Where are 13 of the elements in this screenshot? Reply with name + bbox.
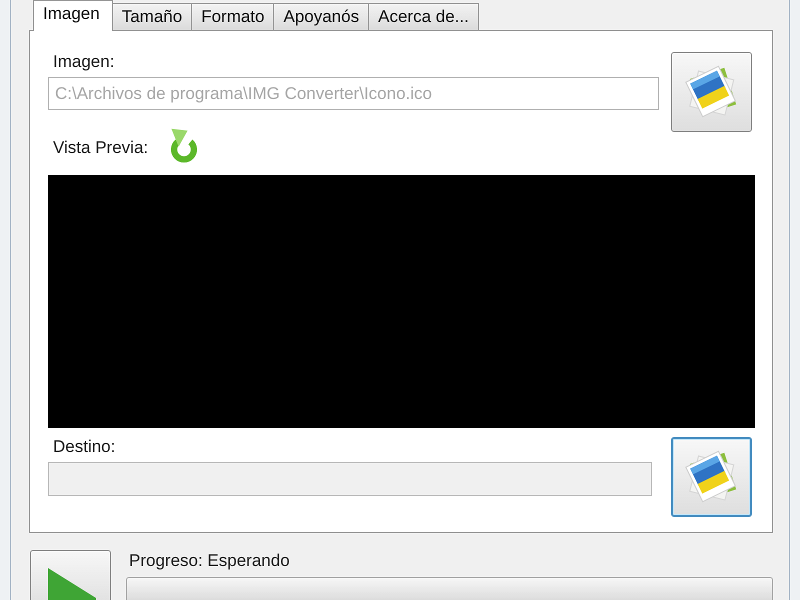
browse-image-button[interactable] [671,52,752,132]
tab[interactable]: Imagen [33,0,113,31]
image-path-field[interactable]: C:\Archivos de programa\IMG Converter\Icono.ico [48,77,659,110]
tab[interactable]: Acerca de... [369,3,479,30]
play-icon [46,566,96,600]
tab[interactable]: Formato [192,3,274,30]
tab[interactable]: Apoyanós [274,3,370,30]
start-button[interactable] [30,550,111,600]
tab[interactable]: Tamaño [112,3,192,30]
preview-label: Vista Previa: [53,138,148,158]
destination-label: Destino: [53,437,116,457]
progress-label: Progreso: Esperando [129,550,290,572]
image-label: Imagen: [53,52,114,72]
